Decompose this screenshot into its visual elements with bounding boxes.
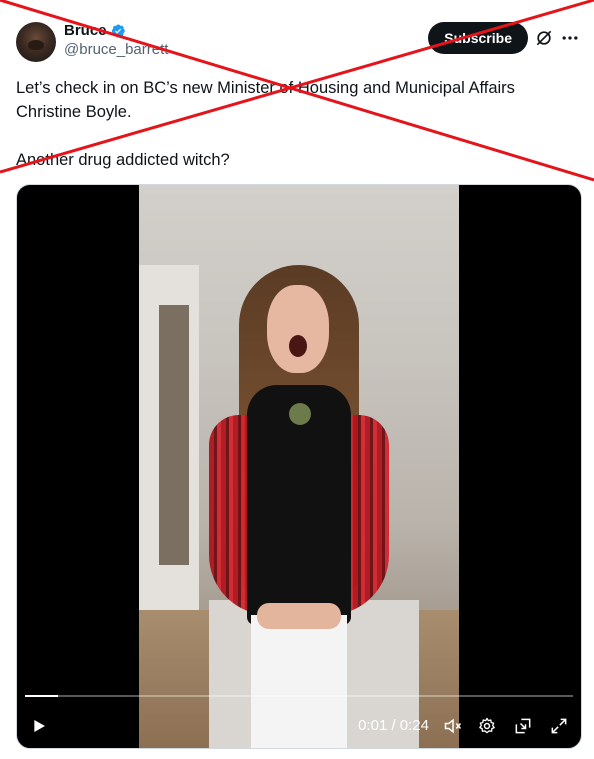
video-mouth (289, 335, 307, 357)
video-hands (257, 603, 341, 629)
tweet-line: Another drug addicted witch? (16, 151, 230, 169)
video-face (267, 285, 329, 373)
display-name[interactable]: Bruce (64, 22, 126, 40)
grok-icon[interactable] (534, 28, 554, 48)
tweet-text: Let’s check in on BC’s new Minister of H… (16, 76, 576, 172)
video-pendant (289, 403, 311, 425)
settings-icon[interactable] (477, 716, 497, 736)
video-time: 0:01 / 0:24 (358, 717, 429, 734)
handle[interactable]: @bruce_barrett (64, 40, 168, 60)
video-progress-bar[interactable] (25, 695, 573, 697)
play-icon[interactable] (31, 718, 47, 734)
video-player[interactable]: 0:01 / 0:24 (16, 184, 582, 749)
tweet-line: Let’s check in on BC’s new Minister of H… (16, 79, 515, 97)
fullscreen-icon[interactable] (549, 716, 569, 736)
more-icon[interactable] (560, 28, 580, 48)
video-frame[interactable] (139, 185, 459, 748)
tweet-line: Christine Boyle. (16, 103, 132, 121)
mute-icon[interactable] (443, 716, 463, 736)
tweet-header: Bruce @bruce_barrett Subscribe (16, 20, 584, 64)
video-controls: 0:01 / 0:24 (17, 711, 581, 741)
author-info[interactable]: Bruce @bruce_barrett (64, 22, 168, 60)
video-doorway (159, 305, 189, 565)
display-name-text[interactable]: Bruce (64, 22, 107, 40)
subscribe-button[interactable]: Subscribe (428, 22, 528, 54)
verified-badge-icon (111, 24, 125, 38)
avatar[interactable] (16, 22, 56, 62)
picture-in-picture-icon[interactable] (513, 716, 533, 736)
video-progress-fill (25, 695, 58, 697)
